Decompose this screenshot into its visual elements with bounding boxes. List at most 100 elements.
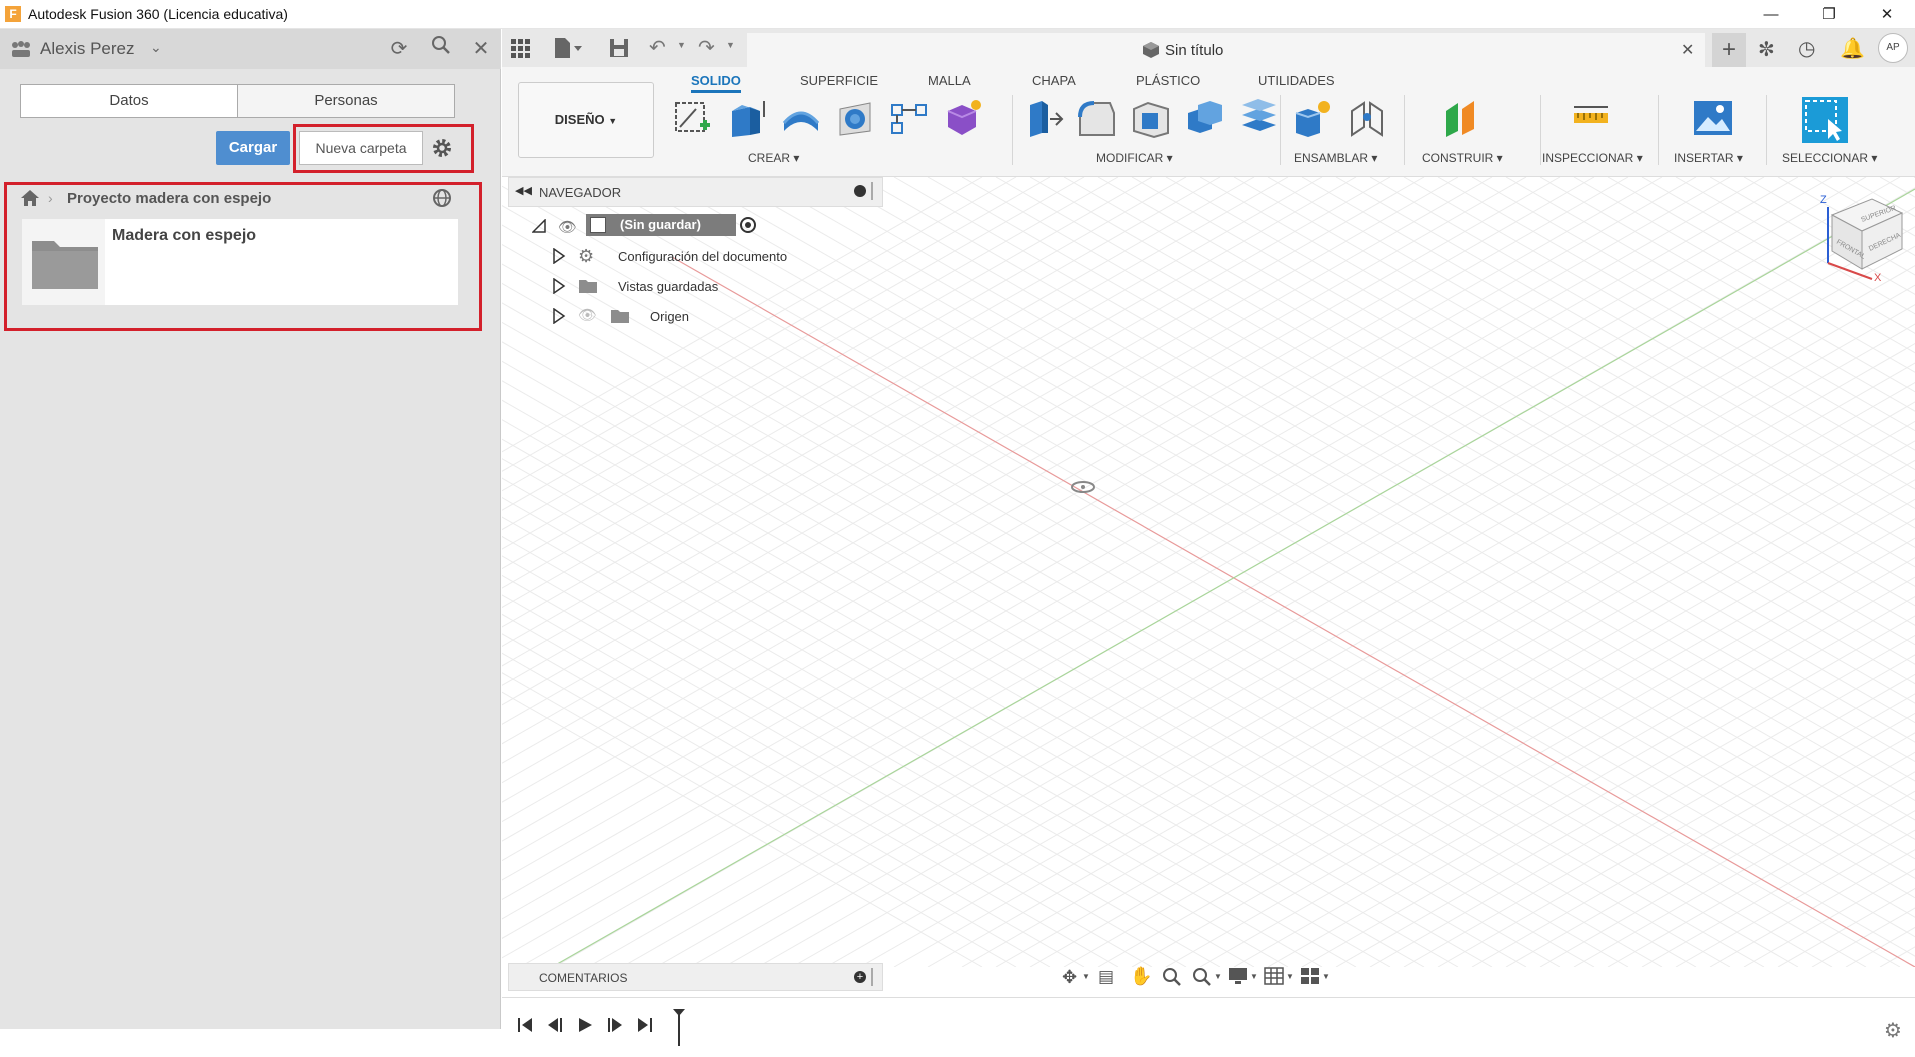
job-status-icon[interactable]: ✼: [1758, 37, 1775, 62]
undo-dropdown-icon[interactable]: ▼: [677, 40, 686, 50]
close-window-button[interactable]: ✕: [1864, 0, 1910, 29]
gear-icon[interactable]: [430, 136, 456, 162]
zoom-window-icon[interactable]: [1192, 967, 1214, 992]
step-forward-icon[interactable]: [606, 1016, 624, 1039]
select-icon[interactable]: [1802, 97, 1848, 143]
tab-malla[interactable]: MALLA: [928, 73, 971, 88]
browser-item-row[interactable]: ⚙ Configuración del documento: [552, 244, 872, 270]
breadcrumb-project[interactable]: Proyecto madera con espejo: [67, 190, 271, 207]
collapse-icon[interactable]: ◀◀: [515, 184, 532, 197]
grid-dropdown-icon[interactable]: ▼: [1286, 972, 1294, 981]
group-ensamblar[interactable]: ENSAMBLAR ▾: [1294, 151, 1377, 165]
expand-triangle-icon[interactable]: [552, 277, 566, 297]
new-folder-button[interactable]: Nueva carpeta: [299, 131, 423, 165]
extrude-icon[interactable]: [726, 97, 768, 139]
globe-icon[interactable]: [432, 188, 454, 215]
avatar[interactable]: AP: [1878, 33, 1908, 63]
bell-icon[interactable]: 🔔: [1840, 36, 1865, 61]
step-back-icon[interactable]: [546, 1016, 564, 1039]
app-grid-icon[interactable]: [510, 38, 530, 63]
skip-start-icon[interactable]: [516, 1016, 534, 1039]
create-sketch-icon[interactable]: [672, 97, 714, 139]
group-seleccionar[interactable]: SELECCIONAR ▾: [1782, 151, 1877, 165]
display-dropdown-icon[interactable]: ▼: [1250, 972, 1258, 981]
expand-triangle-icon[interactable]: [552, 307, 566, 327]
tab-datos[interactable]: Datos: [20, 84, 238, 118]
new-component-icon[interactable]: [1292, 97, 1334, 139]
look-at-icon[interactable]: ▤: [1098, 967, 1114, 987]
play-icon[interactable]: [576, 1016, 594, 1039]
grid-settings-icon[interactable]: [1264, 967, 1284, 990]
insert-image-icon[interactable]: [1692, 97, 1734, 139]
history-icon[interactable]: ◷: [1798, 36, 1815, 61]
restore-button[interactable]: ❐: [1806, 0, 1852, 29]
zoom-icon[interactable]: [1162, 967, 1182, 992]
group-insertar[interactable]: INSERTAR ▾: [1674, 151, 1743, 165]
skip-end-icon[interactable]: [636, 1016, 654, 1039]
viewports-dropdown-icon[interactable]: ▼: [1322, 972, 1330, 981]
minimize-button[interactable]: —: [1748, 0, 1794, 29]
display-settings-icon[interactable]: [1228, 967, 1248, 990]
loft-icon[interactable]: [888, 97, 930, 139]
timeline-marker[interactable]: [672, 1008, 686, 1053]
redo-icon[interactable]: ↷: [698, 35, 715, 60]
orbit-dropdown-icon[interactable]: ▼: [1082, 972, 1090, 981]
browser-item-row[interactable]: 👁 Origen: [552, 304, 872, 330]
press-pull-icon[interactable]: [1022, 97, 1064, 139]
minus-circle-icon[interactable]: [854, 185, 866, 197]
orbit-icon[interactable]: ✥: [1062, 967, 1077, 988]
eye-icon[interactable]: 👁: [558, 218, 577, 236]
combine-icon[interactable]: [1184, 97, 1226, 139]
joint-icon[interactable]: [1346, 97, 1388, 139]
sweep-icon[interactable]: [834, 97, 876, 139]
pan-icon[interactable]: ✋: [1130, 966, 1152, 987]
tab-superficie[interactable]: SUPERFICIE: [800, 73, 878, 88]
create-form-icon[interactable]: [942, 97, 984, 139]
close-panel-icon[interactable]: ✕: [467, 35, 495, 63]
search-icon[interactable]: [427, 35, 455, 63]
user-name[interactable]: Alexis Perez: [40, 39, 134, 59]
browser-panel-header[interactable]: ◀◀ NAVEGADOR: [508, 177, 883, 207]
tab-utilidades[interactable]: UTILIDADES: [1258, 73, 1335, 88]
folder-card[interactable]: Madera con espejo: [22, 219, 458, 305]
refresh-icon[interactable]: ⟳: [385, 35, 413, 63]
group-modificar[interactable]: MODIFICAR ▾: [1096, 151, 1173, 165]
view-cube[interactable]: SUPERIOR FRONTAL DERECHA Z X: [1802, 185, 1912, 285]
timeline-settings-icon[interactable]: ⚙: [1884, 1018, 1902, 1043]
viewports-icon[interactable]: [1300, 967, 1320, 990]
chevron-down-icon[interactable]: ⌄: [150, 39, 162, 56]
offset-plane-icon[interactable]: [1442, 97, 1484, 139]
drag-handle[interactable]: [871, 182, 873, 200]
workspace-switcher[interactable]: DISEÑO ▼: [518, 82, 654, 158]
redo-dropdown-icon[interactable]: ▼: [726, 40, 735, 50]
undo-icon[interactable]: ↶: [649, 35, 666, 60]
offset-face-icon[interactable]: [1238, 97, 1280, 139]
document-tab[interactable]: Sin título ✕: [747, 33, 1705, 67]
plus-circle-icon[interactable]: +: [854, 971, 866, 983]
fillet-icon[interactable]: [1076, 97, 1118, 139]
expand-triangle-icon[interactable]: [531, 218, 546, 236]
tab-personas[interactable]: Personas: [237, 84, 455, 118]
zoom-dropdown-icon[interactable]: ▼: [1214, 972, 1222, 981]
tab-solido[interactable]: SOLIDO: [691, 73, 741, 93]
group-inspeccionar[interactable]: INSPECCIONAR ▾: [1542, 151, 1643, 165]
group-construir[interactable]: CONSTRUIR ▾: [1422, 151, 1503, 165]
browser-root-row[interactable]: 👁 (Sin guardar): [526, 214, 856, 240]
tab-plastico[interactable]: PLÁSTICO: [1136, 73, 1200, 88]
revolve-icon[interactable]: [780, 97, 822, 139]
shell-icon[interactable]: [1130, 97, 1172, 139]
save-icon[interactable]: [609, 38, 629, 63]
browser-item-row[interactable]: Vistas guardadas: [552, 274, 872, 300]
eye-hidden-icon[interactable]: 👁: [578, 306, 597, 324]
close-tab-icon[interactable]: ✕: [1681, 40, 1694, 60]
file-menu-icon[interactable]: [553, 37, 583, 64]
root-component-label[interactable]: (Sin guardar): [586, 214, 736, 236]
tab-chapa[interactable]: CHAPA: [1032, 73, 1076, 88]
home-icon[interactable]: [20, 189, 40, 212]
activate-radio-icon[interactable]: [740, 217, 756, 233]
drag-handle[interactable]: [871, 968, 873, 986]
group-crear[interactable]: CREAR ▾: [748, 151, 799, 165]
new-tab-icon[interactable]: +: [1712, 33, 1746, 67]
team-icon[interactable]: [10, 40, 32, 63]
upload-button[interactable]: Cargar: [216, 131, 290, 165]
